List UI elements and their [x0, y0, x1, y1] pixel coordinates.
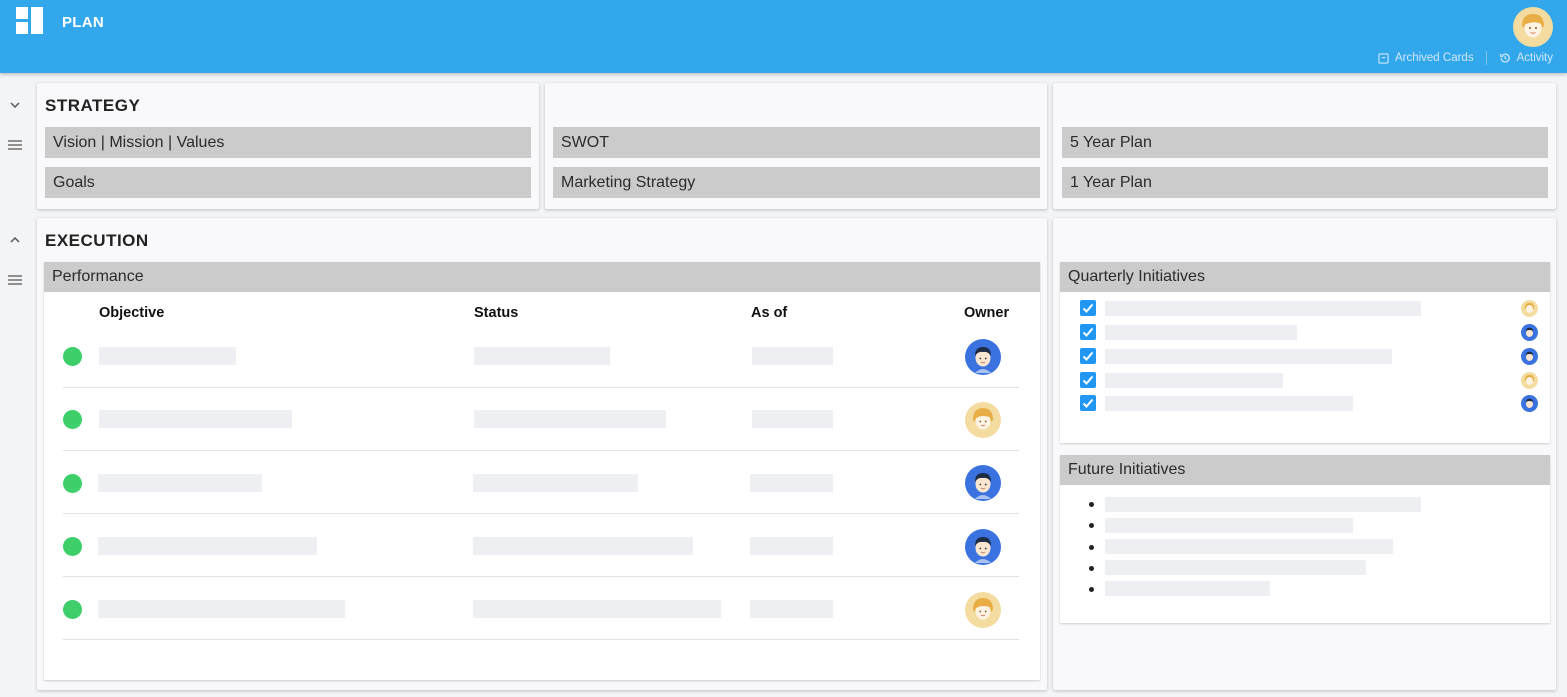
owner-column-header: Owner [964, 305, 1010, 321]
user-avatar[interactable] [1513, 7, 1553, 47]
list-item [1080, 324, 1540, 341]
collapse-strategy-chevron-down-icon[interactable] [7, 97, 23, 113]
table-row[interactable] [63, 577, 1019, 640]
status-column-header: Status [474, 305, 519, 321]
history-icon [1499, 53, 1510, 63]
check-icon [1082, 398, 1094, 408]
drag-handle-execution-icon[interactable] [7, 272, 23, 288]
owner-avatar-male[interactable] [1521, 348, 1538, 365]
owner-avatar-male[interactable] [1521, 324, 1538, 341]
owner-avatar-female[interactable] [965, 402, 1001, 438]
future-item-placeholder [1105, 581, 1270, 596]
checkbox-checked[interactable] [1080, 300, 1096, 316]
future-item-placeholder [1105, 539, 1393, 554]
owner-avatar-female[interactable] [965, 592, 1001, 628]
status-dot [63, 537, 82, 556]
status-placeholder [473, 474, 638, 492]
top-bar: PLAN Archived Cards Activity [0, 0, 1567, 73]
future-item-placeholder [1105, 497, 1421, 512]
status-placeholder [473, 600, 721, 618]
drag-handle-strategy-icon[interactable] [7, 137, 23, 153]
status-dot [63, 600, 82, 619]
status-placeholder [473, 537, 693, 555]
checkbox-checked[interactable] [1080, 324, 1096, 340]
collapse-execution-chevron-up-icon[interactable] [7, 232, 23, 248]
app-title: PLAN [62, 14, 105, 31]
owner-avatar-male[interactable] [965, 339, 1001, 375]
archive-icon [1378, 52, 1389, 64]
table-row[interactable] [63, 388, 1019, 451]
header-links: Archived Cards Activity [1378, 51, 1553, 65]
table-row[interactable] [63, 325, 1019, 388]
future-item-placeholder [1105, 560, 1366, 575]
quarterly-initiatives-header[interactable]: Quarterly Initiatives [1060, 262, 1550, 292]
as-of-placeholder [752, 410, 833, 428]
status-dot [63, 410, 82, 429]
activity-label: Activity [1516, 52, 1553, 64]
objective-placeholder [99, 347, 236, 365]
initiative-placeholder [1105, 373, 1283, 388]
checkbox-checked[interactable] [1080, 395, 1096, 411]
owner-avatar-male[interactable] [965, 465, 1001, 501]
owner-avatar-female[interactable] [1521, 300, 1538, 317]
archived-cards-label: Archived Cards [1394, 52, 1474, 64]
list-item [1080, 348, 1540, 365]
owner-avatar-male[interactable] [1521, 395, 1538, 412]
check-icon [1082, 303, 1094, 313]
strategy-title: STRATEGY [45, 96, 141, 115]
one-year-plan-card[interactable]: 1 Year Plan [1062, 167, 1548, 198]
list-item [1080, 300, 1540, 317]
owner-avatar-female[interactable] [1521, 372, 1538, 389]
swot-card[interactable]: SWOT [553, 127, 1040, 158]
status-placeholder [474, 347, 610, 365]
initiative-placeholder [1105, 349, 1392, 364]
marketing-strategy-card[interactable]: Marketing Strategy [553, 167, 1040, 198]
execution-title: EXECUTION [45, 231, 149, 250]
initiative-placeholder [1105, 301, 1421, 316]
status-dot [63, 347, 82, 366]
check-icon [1082, 375, 1094, 385]
future-item-placeholder [1105, 518, 1353, 533]
initiative-placeholder [1105, 396, 1353, 411]
as-of-placeholder [750, 600, 833, 618]
as-of-placeholder [750, 474, 833, 492]
bullet [1089, 566, 1094, 571]
objective-placeholder [99, 410, 292, 428]
objective-placeholder [98, 600, 345, 618]
bullet [1089, 523, 1094, 528]
activity-link[interactable]: Activity [1499, 52, 1553, 64]
bullet [1089, 587, 1094, 592]
future-initiatives-header[interactable]: Future Initiatives [1060, 455, 1550, 485]
archived-cards-link[interactable]: Archived Cards [1378, 52, 1474, 64]
checkbox-checked[interactable] [1080, 372, 1096, 388]
as-of-column-header: As of [751, 305, 788, 321]
list-item [1080, 372, 1540, 389]
initiative-placeholder [1105, 325, 1297, 340]
goals-card[interactable]: Goals [45, 167, 531, 198]
objective-placeholder [98, 537, 317, 555]
objective-column-header: Objective [99, 305, 165, 321]
status-dot [63, 474, 82, 493]
five-year-plan-card[interactable]: 5 Year Plan [1062, 127, 1548, 158]
bullet [1089, 545, 1094, 550]
list-item [1080, 395, 1540, 412]
check-icon [1082, 327, 1094, 337]
header-divider [1485, 51, 1487, 65]
bullet [1089, 502, 1094, 507]
objective-placeholder [98, 474, 262, 492]
as-of-placeholder [752, 347, 833, 365]
app-logo-icon[interactable] [16, 7, 43, 34]
checkbox-checked[interactable] [1080, 348, 1096, 364]
vision-mission-values-card[interactable]: Vision | Mission | Values [45, 127, 531, 158]
check-icon [1082, 351, 1094, 361]
status-placeholder [474, 410, 666, 428]
table-row[interactable] [63, 451, 1019, 514]
table-row[interactable] [63, 514, 1019, 577]
performance-header[interactable]: Performance [44, 262, 1040, 292]
as-of-placeholder [750, 537, 833, 555]
owner-avatar-male[interactable] [965, 529, 1001, 565]
